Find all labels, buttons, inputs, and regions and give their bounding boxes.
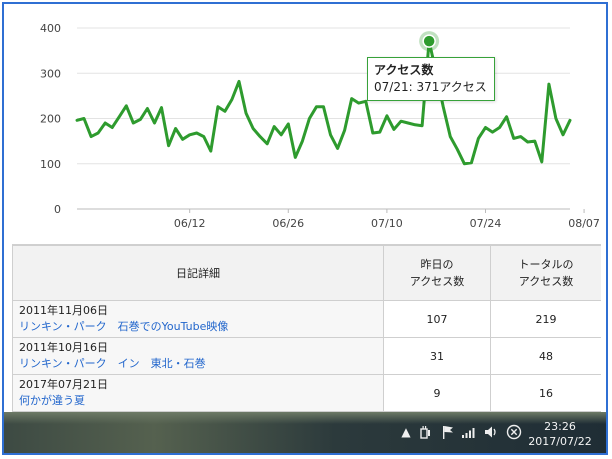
diary-access-table: 日記詳細 昨日の アクセス数 トータルの アクセス数 2011年11月06日 リ… bbox=[12, 245, 601, 412]
line-chart-svg: 0 100 200 300 400 06/12 06/26 07/10 07/24 08/07 bbox=[40, 22, 600, 230]
diary-link[interactable]: リンキン・パーク イン 東北・石巻 bbox=[19, 356, 383, 372]
taskbar-wallpaper-strip bbox=[4, 412, 606, 424]
header-yesterday: 昨日の アクセス数 bbox=[383, 245, 491, 301]
tooltip-body: 07/21: 371アクセス bbox=[374, 80, 487, 94]
row-date: 2011年11月06日 bbox=[19, 304, 108, 317]
header-total-line1: トータルの bbox=[518, 258, 574, 271]
table-row: 2017年07月21日 何かが違う夏 9 16 bbox=[12, 374, 601, 412]
windows-taskbar: ▲ 23:26 2017/07/22 bbox=[4, 412, 606, 453]
row-total-count: 48 bbox=[490, 337, 601, 375]
clock-date: 2017/07/22 bbox=[528, 435, 592, 448]
diary-table-container: 日記詳細 昨日の アクセス数 トータルの アクセス数 2011年11月06日 リ… bbox=[12, 244, 601, 415]
header-total: トータルの アクセス数 bbox=[490, 245, 601, 301]
x-tick-label: 07/10 bbox=[371, 217, 403, 230]
row-yesterday-count: 9 bbox=[383, 374, 491, 412]
header-total-line2: アクセス数 bbox=[518, 275, 574, 288]
row-detail-cell: 2011年11月06日 リンキン・パーク 石巻でのYouTube映像 bbox=[12, 300, 384, 338]
y-tick-label: 300 bbox=[40, 67, 61, 80]
close-circle-icon[interactable] bbox=[506, 424, 522, 440]
chart-tooltip: アクセス数 07/21: 371アクセス bbox=[367, 57, 495, 101]
x-tick-label: 06/26 bbox=[272, 217, 304, 230]
row-detail-cell: 2017年07月21日 何かが違う夏 bbox=[12, 374, 384, 412]
action-center-flag-icon[interactable] bbox=[441, 424, 455, 440]
show-hidden-icons-icon[interactable]: ▲ bbox=[399, 424, 413, 440]
header-yesterday-line2: アクセス数 bbox=[409, 275, 465, 288]
row-date: 2011年10月16日 bbox=[19, 341, 108, 354]
app-frame: 0 100 200 300 400 06/12 06/26 07/10 07/24 08/07 ア… bbox=[2, 2, 608, 455]
network-signal-icon[interactable] bbox=[461, 424, 475, 440]
y-tick-label: 400 bbox=[40, 22, 61, 35]
power-plug-icon[interactable] bbox=[418, 424, 432, 440]
volume-icon[interactable] bbox=[483, 424, 497, 440]
header-detail: 日記詳細 bbox=[12, 245, 384, 301]
y-tick-label: 100 bbox=[40, 158, 61, 171]
taskbar-clock[interactable]: 23:26 2017/07/22 bbox=[524, 419, 596, 449]
row-yesterday-count: 107 bbox=[383, 300, 491, 338]
x-tick-label: 07/24 bbox=[470, 217, 502, 230]
x-tick-label: 08/07 bbox=[568, 217, 600, 230]
row-date: 2017年07月21日 bbox=[19, 378, 108, 391]
header-yesterday-line1: 昨日の bbox=[420, 258, 454, 271]
table-row: 2011年11月06日 リンキン・パーク 石巻でのYouTube映像 107 2… bbox=[12, 300, 601, 338]
access-chart: 0 100 200 300 400 06/12 06/26 07/10 07/24 08/07 ア… bbox=[4, 4, 606, 244]
clock-time: 23:26 bbox=[544, 420, 576, 433]
y-tick-label: 200 bbox=[40, 113, 61, 126]
row-detail-cell: 2011年10月16日 リンキン・パーク イン 東北・石巻 bbox=[12, 337, 384, 375]
diary-link[interactable]: リンキン・パーク 石巻でのYouTube映像 bbox=[19, 319, 383, 335]
highlight-point bbox=[422, 34, 436, 48]
row-total-count: 219 bbox=[490, 300, 601, 338]
table-header-row: 日記詳細 昨日の アクセス数 トータルの アクセス数 bbox=[12, 245, 601, 301]
row-yesterday-count: 31 bbox=[383, 337, 491, 375]
diary-link[interactable]: 何かが違う夏 bbox=[19, 393, 383, 409]
tooltip-title: アクセス数 bbox=[374, 63, 434, 77]
x-tick-label: 06/12 bbox=[174, 217, 206, 230]
series-line bbox=[75, 39, 572, 166]
row-total-count: 16 bbox=[490, 374, 601, 412]
table-row: 2011年10月16日 リンキン・パーク イン 東北・石巻 31 48 bbox=[12, 337, 601, 375]
y-tick-label: 0 bbox=[54, 203, 61, 216]
